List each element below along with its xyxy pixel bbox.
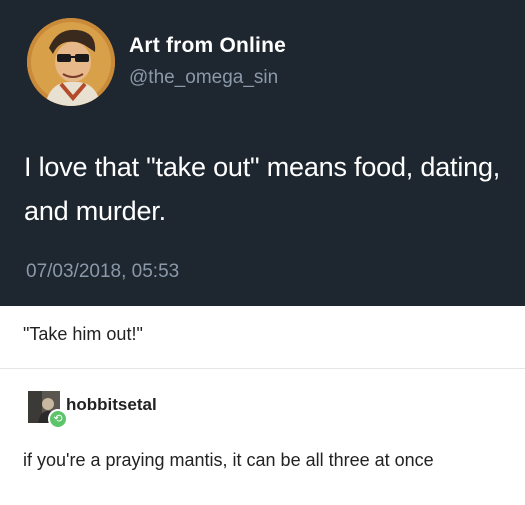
- author-name[interactable]: Art from Online: [129, 34, 286, 58]
- tweet-card: Art from Online @the_omega_sin I love th…: [0, 0, 525, 306]
- reblog-icon: ⟲: [48, 409, 68, 429]
- reply-post-1: "Take him out!": [0, 306, 525, 369]
- reply-1-text: "Take him out!": [23, 324, 143, 344]
- reply-2-text: if you're a praying mantis, it can be al…: [23, 450, 434, 470]
- tweet-text: I love that "take out" means food, datin…: [24, 152, 501, 226]
- reply-2-username[interactable]: hobbitsetal: [66, 395, 157, 415]
- tweet-timestamp[interactable]: 07/03/2018, 05:53: [26, 261, 179, 283]
- avatar-image: [27, 18, 115, 106]
- author-handle[interactable]: @the_omega_sin: [129, 67, 278, 89]
- reply-post-2: ⟲ hobbitsetal if you're a praying mantis…: [0, 369, 525, 505]
- author-avatar[interactable]: [27, 18, 115, 106]
